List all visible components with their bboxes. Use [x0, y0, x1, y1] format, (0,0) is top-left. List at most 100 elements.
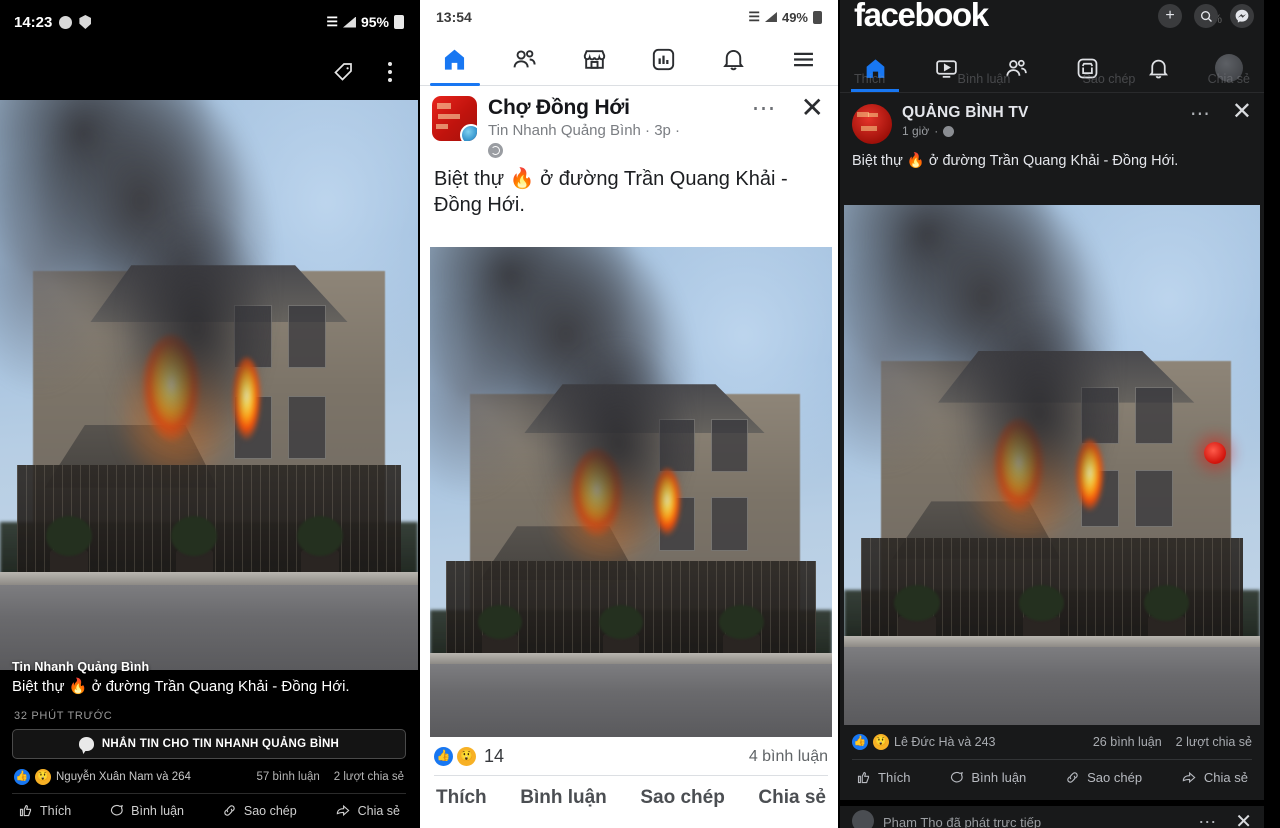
share-arrow-icon [336, 804, 350, 817]
more-options-icon[interactable]: ⋯ [1190, 104, 1216, 124]
share-button[interactable]: Chia sẻ [758, 787, 826, 809]
comment-button[interactable]: Bình luận [949, 770, 1026, 785]
tag-icon[interactable] [332, 60, 356, 84]
share-count[interactable]: 2 lượt chia sẻ [334, 771, 404, 783]
nav-tab-watch[interactable] [629, 34, 699, 85]
copy-label: Sao chép [1087, 770, 1143, 785]
comment-bubble-icon [951, 771, 964, 783]
overflow-menu-icon[interactable] [382, 58, 398, 86]
reactors-label: Lê Đức Hà và 243 [894, 735, 996, 749]
battery-icon [394, 15, 404, 29]
copy-link-button[interactable]: Sao chép [222, 803, 297, 818]
nav-tab-marketplace[interactable] [1052, 44, 1123, 92]
wow-reaction-icon: 😲 [35, 769, 51, 785]
status-time: 14:23 [14, 13, 53, 31]
next-post-author-name: Phạm Thọ [883, 814, 943, 828]
nav-tab-friends[interactable] [490, 34, 560, 85]
right-post-header: QUẢNG BÌNH TV 1 giờ · ⋯ ✕ [840, 92, 1264, 144]
nav-tab-notifications[interactable] [699, 34, 769, 85]
nav-tab-home[interactable] [840, 44, 911, 92]
avatar [852, 810, 874, 828]
reaction-summary[interactable]: 👍 😲 14 [434, 746, 504, 767]
comment-label: Bình luận [971, 770, 1027, 785]
screenshot-collage: 14:23 ☰ 95% Tin Nhanh Quảng Bình Biệt th… [0, 0, 1280, 828]
comment-button[interactable]: Bình luận [109, 803, 184, 818]
page-avatar[interactable] [852, 104, 892, 144]
shield-icon [79, 15, 92, 29]
close-icon[interactable]: ✕ [1226, 100, 1252, 124]
friends-icon [513, 50, 536, 68]
share-button[interactable]: Chia sẻ [335, 803, 400, 818]
nav-tab-profile[interactable] [1193, 44, 1264, 92]
close-icon[interactable]: ✕ [1227, 809, 1252, 828]
share-label: Chia sẻ [357, 803, 400, 818]
status-time: 13:54 [436, 9, 472, 25]
next-post-preview[interactable]: Phạm Thọ đã phát trực tiếp ⋯ ✕ [840, 800, 1264, 828]
link-chain-icon [1067, 772, 1078, 783]
reactors-label[interactable]: Nguyễn Xuân Nam và 264 [56, 771, 191, 783]
fire-photo [0, 100, 418, 670]
right-engagement-bar: 👍 😲 Lê Đức Hà và 243 26 bình luận 2 lượt… [840, 728, 1264, 785]
wifi-icon: ☰ [326, 14, 338, 29]
post-page-title[interactable]: QUẢNG BÌNH TV [902, 104, 1180, 122]
more-options-icon[interactable]: ⋯ [752, 96, 784, 120]
nav-tab-friends[interactable] [981, 44, 1052, 92]
nav-tab-menu[interactable] [768, 34, 838, 85]
fire-photo[interactable] [844, 205, 1260, 725]
comment-label: Bình luận [131, 803, 184, 818]
battery-percent: 95% [360, 14, 389, 30]
messenger-icon[interactable] [1230, 4, 1254, 28]
right-panel-facebook-dark: facebook 91% + [840, 0, 1264, 828]
wow-reaction-icon: 😲 [457, 747, 476, 766]
like-reaction-icon: 👍 [434, 747, 453, 766]
more-options-icon[interactable]: ⋯ [1198, 812, 1218, 828]
like-button[interactable]: Thích [856, 770, 911, 785]
nav-tab-notifications[interactable] [1123, 44, 1194, 92]
copy-label: Sao chép [243, 803, 297, 818]
bell-icon [723, 50, 744, 71]
left-toolbar [0, 44, 418, 100]
home-icon [445, 49, 465, 70]
page-avatar[interactable] [432, 96, 477, 141]
nav-tab-marketplace[interactable] [559, 34, 629, 85]
share-arrow-icon [1182, 771, 1196, 784]
middle-action-bar: Thích Bình luận Sao chép Chia sẻ [434, 775, 828, 809]
like-button[interactable]: Thích [18, 803, 71, 818]
search-icon[interactable] [1194, 4, 1218, 28]
share-button[interactable]: Chia sẻ [1181, 770, 1248, 785]
middle-post-header: Chợ Đồng Hới Tin Nhanh Quảng Bình · 3p ·… [420, 86, 838, 160]
like-button[interactable]: Thích [436, 787, 487, 809]
messenger-bubble-icon [78, 737, 94, 751]
close-icon[interactable]: ✕ [795, 94, 826, 121]
friends-icon [1006, 59, 1027, 76]
comment-count[interactable]: 57 bình luận [256, 771, 319, 783]
like-reaction-icon: 👍 [852, 734, 868, 750]
comment-count[interactable]: 26 bình luận [1093, 735, 1162, 749]
home-icon [866, 58, 885, 78]
post-time: 1 giờ [902, 124, 930, 138]
reaction-summary[interactable]: 👍 😲 Lê Đức Hà và 243 [852, 734, 995, 750]
globe-icon [488, 142, 503, 158]
right-top-navigation [840, 44, 1264, 92]
signal-icon [342, 16, 356, 28]
comment-button[interactable]: Bình luận [520, 787, 607, 809]
battery-percent: 49% [781, 9, 808, 25]
nav-tab-home[interactable] [420, 34, 490, 86]
share-count[interactable]: 2 lượt chia sẻ [1176, 735, 1252, 749]
live-record-dot [1204, 442, 1226, 464]
plus-icon[interactable]: + [1158, 4, 1182, 28]
post-page-title[interactable]: Chợ Đồng Hới [488, 96, 741, 120]
like-label: Thích [878, 770, 911, 785]
fire-photo[interactable] [430, 247, 832, 737]
globe-icon [943, 125, 955, 137]
left-panel-fullscreen-photo-view: 14:23 ☰ 95% Tin Nhanh Quảng Bình Biệt th… [0, 0, 418, 828]
post-subtitle: Tin Nhanh Quảng Bình · 3p · [488, 121, 681, 139]
copy-link-button[interactable]: Sao chép [640, 787, 724, 809]
message-page-button[interactable]: NHẮN TIN CHO TIN NHANH QUẢNG BÌNH [12, 729, 406, 759]
nav-tab-watch[interactable] [911, 44, 982, 92]
comment-count[interactable]: 4 bình luận [749, 748, 828, 766]
post-timestamp: 32 PHÚT TRƯỚC [14, 710, 113, 722]
next-post-action: đã phát trực tiếp [946, 814, 1042, 828]
copy-link-button[interactable]: Sao chép [1065, 770, 1142, 785]
left-engagement-summary: 👍 😲 Nguyễn Xuân Nam và 264 57 bình luận … [12, 759, 406, 793]
